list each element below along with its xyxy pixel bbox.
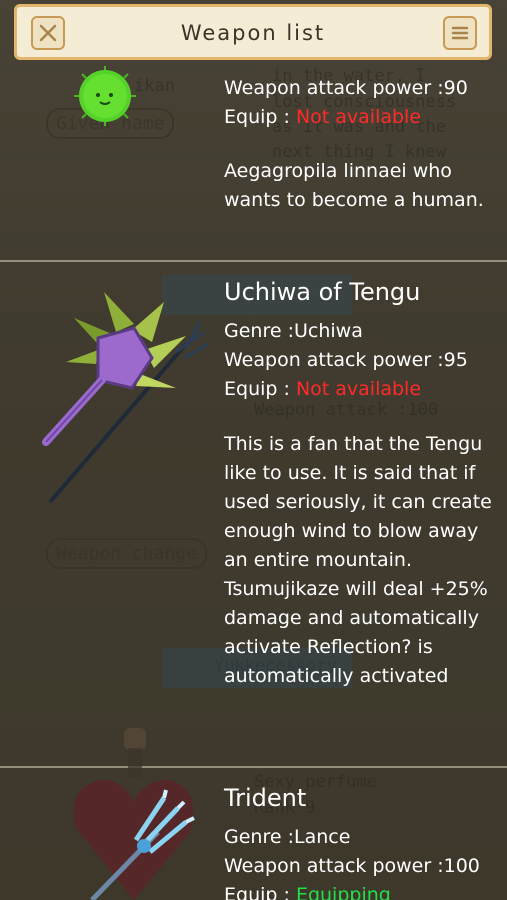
weapon-name: Trident <box>224 784 307 812</box>
weapon-genre: Genre :Lance <box>224 826 351 848</box>
weapon-name: Uchiwa of Tengu <box>224 278 421 306</box>
weapon-description: This is a fan that the Tengu like to use… <box>224 433 492 687</box>
weapon-description: Aegagropila linnaei who wants to become … <box>224 160 484 211</box>
weapon-equip-status: Equip : Not available <box>224 378 422 400</box>
weapon-equip-status: Equip : Not available <box>224 106 422 128</box>
weapon-attack-power: Weapon attack power :95 <box>224 349 468 371</box>
weapon-list[interactable]: Weapon attack power :90 Equip : Not avai… <box>0 60 507 900</box>
marimo-icon <box>74 66 136 126</box>
weapon-equip-status: Equip : Equipping <box>224 884 391 900</box>
menu-button[interactable] <box>443 16 477 50</box>
page-title: Weapon list <box>180 21 326 45</box>
weapon-item[interactable]: Uchiwa of Tengu Genre :Uchiwa Weapon att… <box>0 262 507 766</box>
trident-icon <box>73 728 195 900</box>
weapon-genre: Genre :Uchiwa <box>224 320 363 342</box>
uchiwa-fan-icon <box>42 292 209 504</box>
weapon-attack-power: Weapon attack power :100 <box>224 855 480 877</box>
weapon-attack-power: Weapon attack power :90 <box>224 77 468 99</box>
menu-icon <box>451 26 469 40</box>
header-bar: Weapon list <box>14 4 492 60</box>
weapon-item[interactable]: Trident Genre :Lance Weapon attack power… <box>0 728 507 900</box>
